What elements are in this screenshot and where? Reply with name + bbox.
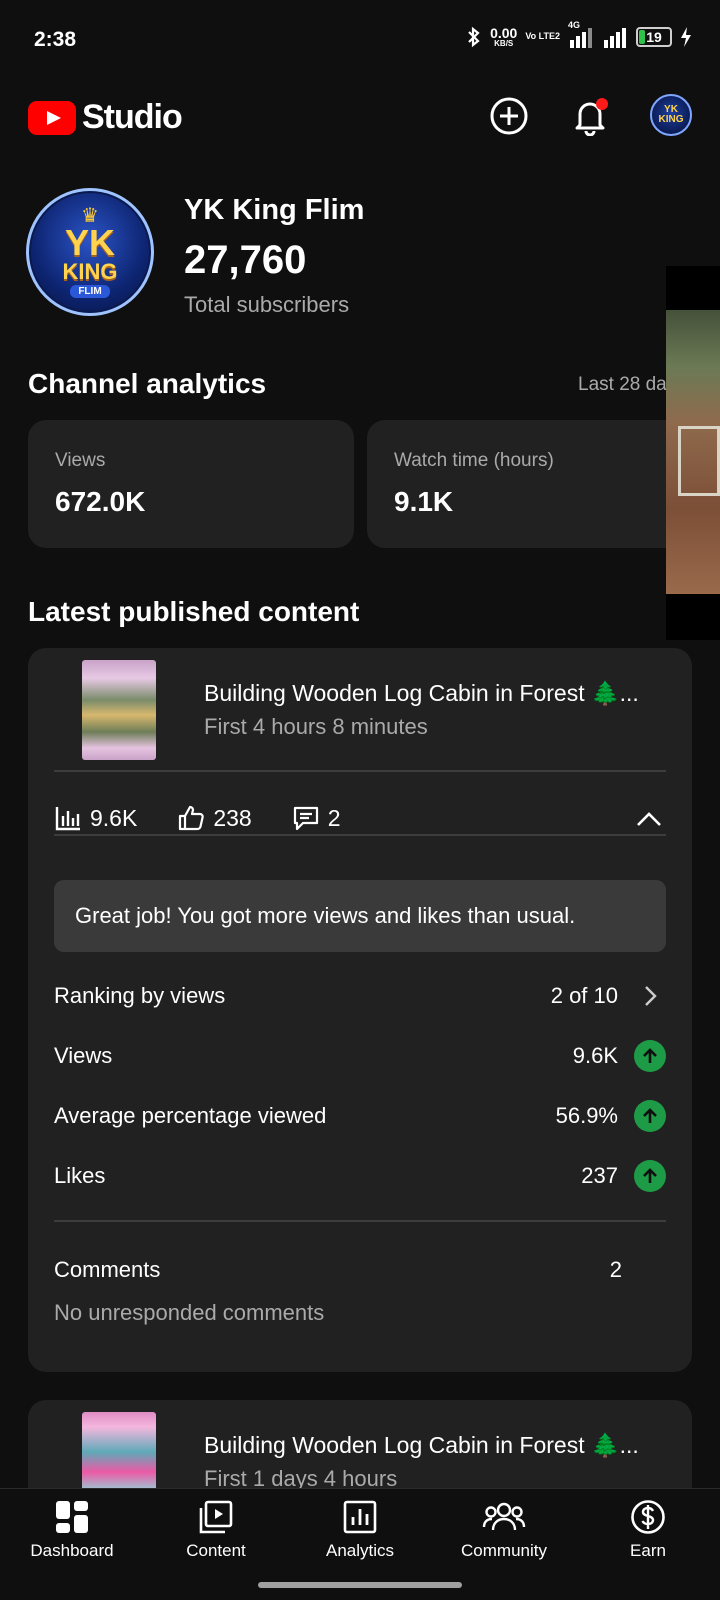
stat-value: 237 bbox=[581, 1163, 618, 1188]
status-bar: 2:38 0.00 KB/S Vo LTE2 4G 19 bbox=[0, 0, 720, 84]
nav-label: Dashboard bbox=[30, 1541, 114, 1560]
avatar-text: YK KING bbox=[658, 104, 684, 125]
latest-content-title: Latest published content bbox=[28, 596, 360, 627]
watch-time-card-value: 9.1K bbox=[394, 486, 454, 517]
dashboard-icon bbox=[56, 1501, 88, 1533]
arrow-up-icon bbox=[634, 1160, 666, 1192]
divider bbox=[54, 770, 666, 772]
arrow-up-icon bbox=[634, 1100, 666, 1132]
battery-icon: 19 bbox=[636, 27, 672, 47]
ranking-value: 2 of 10 bbox=[550, 983, 618, 1008]
stat-label: Likes bbox=[54, 1163, 106, 1188]
nav-label: Earn bbox=[630, 1541, 666, 1560]
comments-label: Comments bbox=[54, 1257, 161, 1282]
comments-row[interactable]: Comments 2 bbox=[54, 1250, 666, 1290]
charging-icon bbox=[681, 27, 691, 47]
chevron-right-icon bbox=[634, 980, 666, 1012]
comment-icon bbox=[293, 806, 318, 831]
bar-chart-icon bbox=[55, 807, 80, 831]
plus-circle-icon bbox=[490, 97, 528, 135]
watch-time-card-label: Watch time (hours) bbox=[394, 450, 554, 471]
channel-name: YK King Flim bbox=[184, 194, 365, 226]
stat-row-views: Views 9.6K bbox=[54, 1036, 666, 1076]
latest-video-card[interactable]: Building Wooden Log Cabin in Forest 🌲...… bbox=[28, 648, 692, 1372]
video-metrics-row: 9.6K 238 2 bbox=[54, 798, 666, 838]
stat-row-avg-viewed: Average percentage viewed 56.9% bbox=[54, 1096, 666, 1136]
signal-icon bbox=[604, 28, 626, 48]
account-avatar[interactable]: YK KING bbox=[650, 94, 692, 136]
analytics-range[interactable]: Last 28 da bbox=[578, 374, 667, 396]
comments-metric-value: 2 bbox=[327, 804, 341, 831]
thumbs-up-icon bbox=[179, 805, 205, 831]
nav-label: Content bbox=[186, 1541, 246, 1560]
arrow-up-icon bbox=[634, 1040, 666, 1072]
bluetooth-icon bbox=[468, 26, 480, 48]
subscriber-label: Total subscribers bbox=[184, 292, 350, 317]
video-thumbnail[interactable] bbox=[82, 660, 156, 760]
comments-value: 2 bbox=[609, 1257, 622, 1282]
comments-note: No unresponded comments bbox=[54, 1300, 325, 1325]
battery-level: 19 bbox=[646, 29, 662, 45]
notifications-button[interactable] bbox=[568, 94, 612, 138]
network-speed-value: 0.00 bbox=[490, 25, 518, 41]
stat-value: 56.9% bbox=[555, 1103, 618, 1128]
studio-logo[interactable]: Studio bbox=[28, 98, 183, 137]
stat-row-likes: Likes 237 bbox=[54, 1156, 666, 1196]
status-icons: 0.00 KB/S Vo LTE2 4G 19 bbox=[466, 20, 692, 48]
views-card-value: 672.0K bbox=[55, 486, 146, 517]
collapse-button[interactable] bbox=[634, 804, 664, 834]
views-metric: 9.6K bbox=[54, 804, 137, 832]
notification-dot bbox=[596, 98, 608, 110]
analytics-title: Channel analytics bbox=[28, 368, 267, 399]
create-button[interactable] bbox=[487, 94, 531, 138]
subscriber-count: 27,760 bbox=[184, 238, 307, 282]
ranking-row[interactable]: Ranking by views 2 of 10 bbox=[54, 976, 666, 1016]
logo-text: Studio bbox=[82, 98, 183, 136]
divider bbox=[54, 834, 666, 836]
earn-icon bbox=[631, 1500, 665, 1534]
youtube-play-icon bbox=[28, 100, 76, 135]
preview-window-frame bbox=[678, 426, 720, 496]
content-icon bbox=[199, 1500, 233, 1534]
watch-time-card[interactable]: Watch time (hours) 9.1K bbox=[367, 420, 687, 548]
nav-content[interactable]: Content bbox=[144, 1499, 288, 1561]
nav-analytics[interactable]: Analytics bbox=[288, 1499, 432, 1561]
analytics-icon bbox=[343, 1500, 377, 1534]
network-speed-unit: KB/S bbox=[494, 39, 514, 48]
nav-label: Analytics bbox=[325, 1541, 395, 1560]
performance-banner: Great job! You got more views and likes … bbox=[54, 880, 666, 952]
stat-label: Average percentage viewed bbox=[54, 1103, 327, 1128]
avatar-logo-line2: KING bbox=[62, 258, 118, 284]
video-title[interactable]: Building Wooden Log Cabin in Forest 🌲... bbox=[204, 1432, 664, 1459]
divider bbox=[54, 1220, 666, 1222]
community-icon bbox=[482, 1502, 526, 1531]
nav-label: Community bbox=[461, 1541, 547, 1560]
chevron-up-icon bbox=[637, 812, 661, 826]
likes-metric: 238 bbox=[177, 804, 252, 832]
views-card[interactable]: Views 672.0K bbox=[28, 420, 354, 548]
nav-earn[interactable]: Earn bbox=[576, 1499, 720, 1561]
avatar-logo-line1: YK bbox=[64, 222, 115, 264]
ranking-label: Ranking by views bbox=[54, 983, 226, 1008]
home-indicator[interactable] bbox=[258, 1582, 462, 1588]
nav-community[interactable]: Community bbox=[432, 1499, 576, 1561]
volte-indicator: Vo LTE2 bbox=[525, 31, 560, 42]
channel-avatar: ♛ YK KING FLIM bbox=[26, 188, 154, 316]
stat-label: Views bbox=[54, 1043, 113, 1068]
comments-metric: 2 bbox=[292, 804, 341, 832]
network-type: 4G bbox=[568, 20, 581, 30]
stat-value: 9.6K bbox=[572, 1043, 618, 1068]
signal-4g-icon: 4G bbox=[568, 20, 594, 48]
nav-dashboard[interactable]: Dashboard bbox=[0, 1499, 144, 1561]
likes-metric-value: 238 bbox=[213, 804, 252, 831]
video-period: First 4 hours 8 minutes bbox=[204, 714, 428, 739]
status-time: 2:38 bbox=[34, 28, 77, 51]
app-bar: Studio YK KING bbox=[0, 84, 720, 180]
views-card-label: Views bbox=[55, 450, 106, 471]
video-title[interactable]: Building Wooden Log Cabin in Forest 🌲... bbox=[204, 680, 664, 707]
network-speed: 0.00 KB/S bbox=[490, 26, 517, 48]
views-metric-value: 9.6K bbox=[90, 804, 138, 831]
avatar-logo-line3: FLIM bbox=[70, 284, 110, 298]
floating-video-preview[interactable] bbox=[666, 266, 720, 640]
